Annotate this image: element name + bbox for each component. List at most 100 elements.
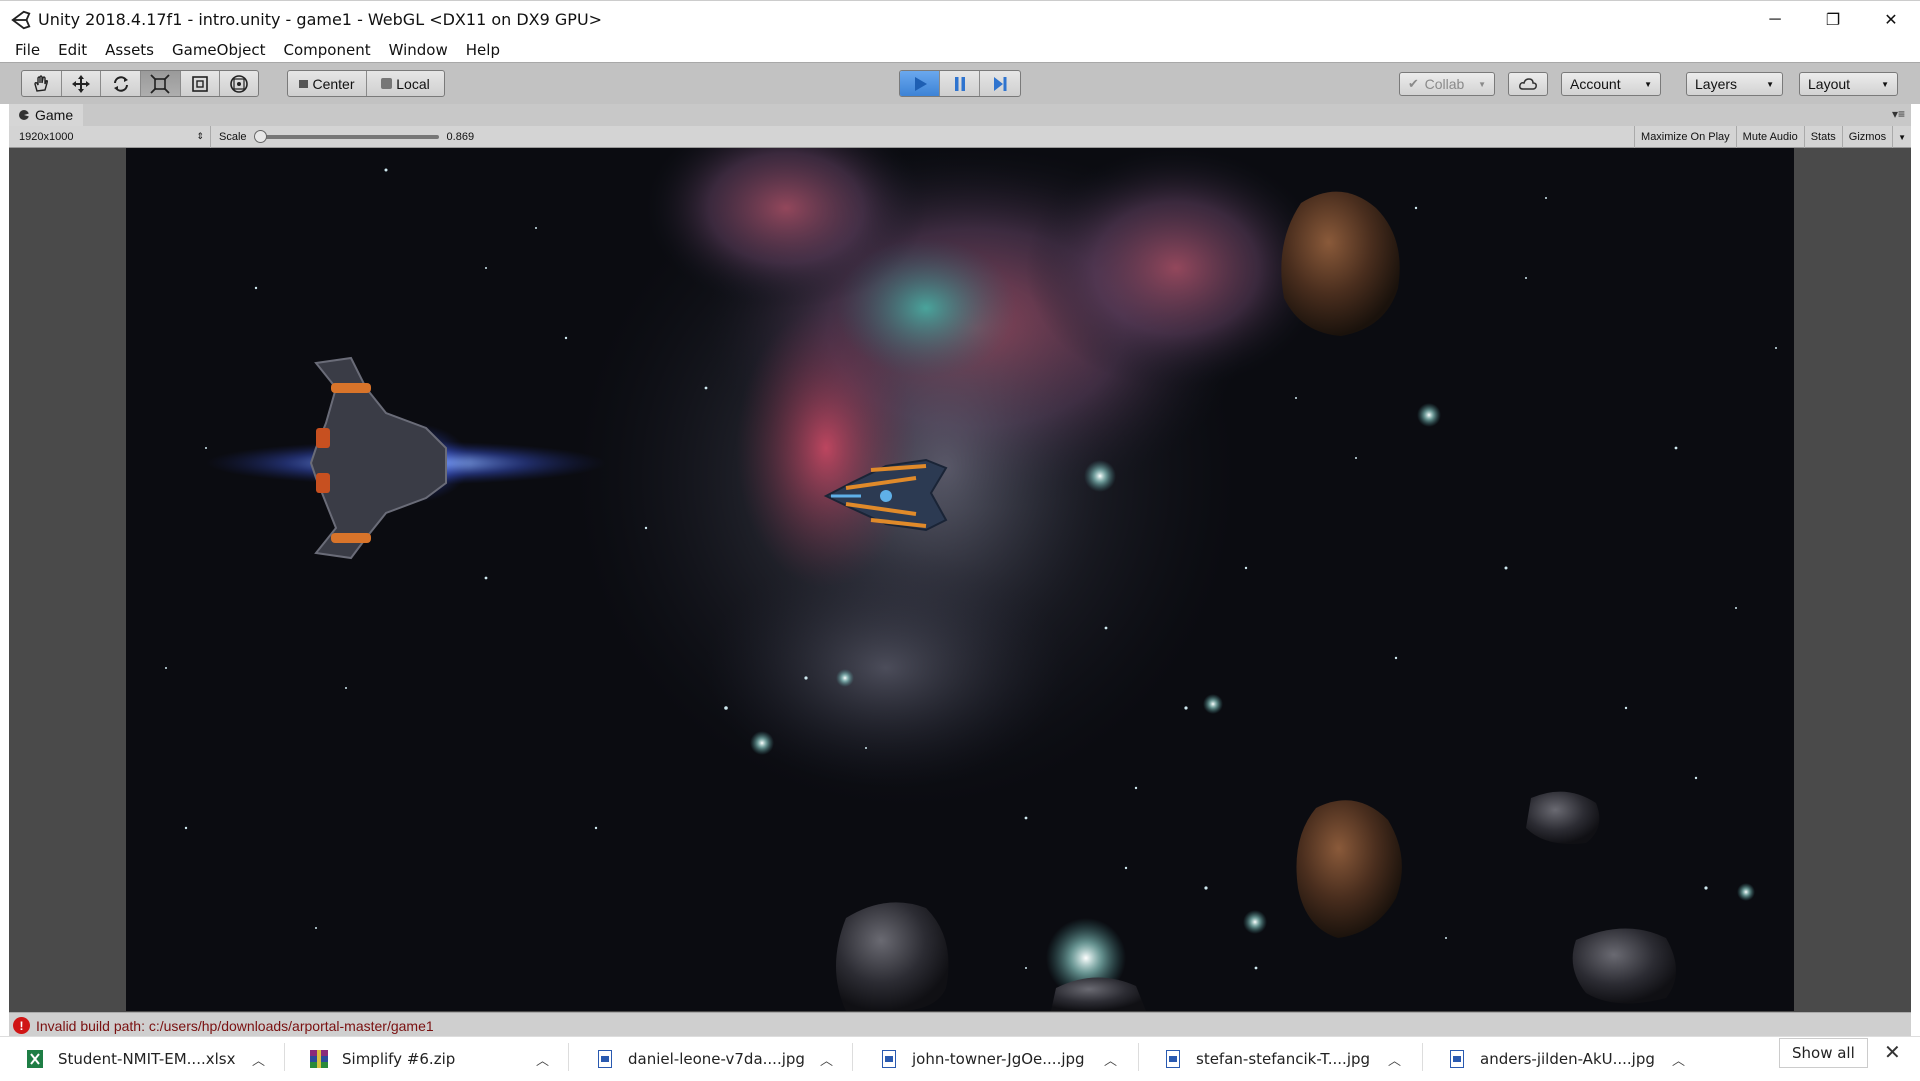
scale-slider[interactable] bbox=[253, 129, 439, 143]
window-controls: ─ ❐ ✕ bbox=[1746, 1, 1920, 39]
chevron-up-icon[interactable]: ︿ bbox=[820, 1050, 833, 1069]
gizmos-arrow-icon[interactable]: ▼ bbox=[1892, 126, 1911, 148]
hand-tool-icon bbox=[34, 74, 49, 92]
move-tool-button[interactable] bbox=[62, 71, 102, 96]
download-file-name: Student-NMIT-EM....xlsx bbox=[58, 1050, 236, 1068]
window-titlebar: Unity 2018.4.17f1 - intro.unity - game1 … bbox=[0, 0, 1920, 38]
download-file-name: anders-jilden-AkU....jpg bbox=[1480, 1050, 1655, 1068]
layers-label: Layers bbox=[1695, 76, 1738, 92]
minimize-button[interactable]: ─ bbox=[1746, 1, 1804, 39]
mute-audio-toggle[interactable]: Mute Audio bbox=[1735, 126, 1804, 148]
rotate-tool-button[interactable] bbox=[101, 71, 142, 96]
game-viewport[interactable] bbox=[126, 148, 1794, 1011]
scale-label: Scale bbox=[219, 130, 247, 143]
download-file-name: Simplify #6.zip bbox=[342, 1050, 456, 1068]
image-file-icon bbox=[1164, 1049, 1182, 1069]
collab-check-icon: ✔ bbox=[1408, 76, 1419, 91]
play-button[interactable] bbox=[900, 71, 940, 96]
chevron-up-icon[interactable]: ︿ bbox=[1104, 1050, 1117, 1069]
download-separator bbox=[284, 1043, 285, 1071]
download-file-name: john-towner-JgOe....jpg bbox=[912, 1050, 1085, 1068]
scale-value: 0.869 bbox=[446, 130, 475, 143]
error-icon: ! bbox=[13, 1017, 30, 1034]
menu-gameobject[interactable]: GameObject bbox=[163, 41, 275, 59]
scale-tool-icon bbox=[150, 73, 170, 94]
download-item[interactable]: Student-NMIT-EM....xlsx ︿ bbox=[26, 1037, 274, 1081]
chevron-up-icon[interactable]: ︿ bbox=[1388, 1050, 1401, 1069]
stats-toggle[interactable]: Stats bbox=[1803, 126, 1842, 148]
download-item[interactable]: john-towner-JgOe....jpg ︿ bbox=[880, 1037, 1128, 1081]
download-file-name: stefan-stefancik-T....jpg bbox=[1196, 1050, 1371, 1068]
pause-button[interactable] bbox=[940, 71, 980, 96]
zip-file-icon bbox=[310, 1049, 328, 1069]
menu-help[interactable]: Help bbox=[457, 41, 509, 59]
chevron-up-icon[interactable]: ︿ bbox=[252, 1050, 265, 1069]
rect-tool-icon bbox=[192, 75, 208, 92]
cloud-button[interactable] bbox=[1508, 72, 1548, 96]
menu-component[interactable]: Component bbox=[275, 41, 380, 59]
rect-tool-button[interactable] bbox=[181, 71, 221, 96]
game-toggle-buttons: Maximize On Play Mute Audio Stats Gizmos… bbox=[1634, 126, 1911, 148]
hand-tool-button[interactable] bbox=[22, 71, 62, 96]
pause-icon bbox=[954, 76, 965, 91]
game-tab[interactable]: Game bbox=[9, 104, 84, 126]
download-separator bbox=[1422, 1043, 1423, 1071]
download-item[interactable]: stefan-stefancik-T....jpg ︿ bbox=[1164, 1037, 1412, 1081]
download-item[interactable]: Simplify #6.zip ︿ bbox=[310, 1037, 558, 1081]
chevron-up-icon[interactable]: ︿ bbox=[536, 1050, 549, 1069]
layers-arrow-icon: ▼ bbox=[1766, 79, 1774, 89]
download-file-name: daniel-leone-v7da....jpg bbox=[628, 1050, 805, 1068]
close-window-button[interactable]: ✕ bbox=[1862, 1, 1920, 39]
download-item[interactable]: anders-jilden-AkU....jpg ︿ bbox=[1448, 1037, 1696, 1081]
game-panel: Game ▾≡ 1920x1000 ⇕ Scale 0.869 Maximize… bbox=[9, 104, 1911, 1040]
account-label: Account bbox=[1570, 76, 1621, 92]
main-toolbar: Center Local ✔ Collab ▼ Account ▼ Layers… bbox=[0, 62, 1920, 104]
collab-dropdown[interactable]: ✔ Collab ▼ bbox=[1399, 72, 1495, 96]
account-dropdown[interactable]: Account ▼ bbox=[1561, 72, 1661, 96]
resolution-dropdown[interactable]: 1920x1000 ⇕ bbox=[9, 125, 211, 148]
rotate-tool-icon bbox=[113, 75, 128, 92]
layout-arrow-icon: ▼ bbox=[1881, 79, 1889, 89]
collab-label: Collab bbox=[1424, 76, 1465, 92]
chevron-up-icon[interactable]: ︿ bbox=[1672, 1050, 1685, 1069]
pivot-center-button[interactable]: Center bbox=[288, 71, 367, 96]
download-separator bbox=[568, 1043, 569, 1071]
account-arrow-icon: ▼ bbox=[1644, 79, 1652, 89]
show-all-downloads-button[interactable]: Show all bbox=[1779, 1038, 1868, 1068]
close-downloads-bar-button[interactable]: ✕ bbox=[1884, 1040, 1901, 1065]
local-cube-icon bbox=[381, 78, 393, 89]
layout-dropdown[interactable]: Layout ▼ bbox=[1799, 72, 1898, 96]
menu-edit[interactable]: Edit bbox=[49, 41, 96, 59]
download-separator bbox=[852, 1043, 853, 1071]
collab-arrow-icon: ▼ bbox=[1478, 79, 1486, 89]
game-pacman-icon bbox=[19, 110, 29, 120]
maximize-on-play-toggle[interactable]: Maximize On Play bbox=[1634, 126, 1736, 148]
menu-window[interactable]: Window bbox=[380, 41, 457, 59]
menu-bar: File Edit Assets GameObject Component Wi… bbox=[0, 38, 1920, 62]
menu-file[interactable]: File bbox=[6, 41, 49, 59]
download-item[interactable]: daniel-leone-v7da....jpg ︿ bbox=[596, 1037, 844, 1081]
game-scene bbox=[126, 148, 1794, 1011]
cloud-icon bbox=[1519, 78, 1537, 90]
window-title: Unity 2018.4.17f1 - intro.unity - game1 … bbox=[38, 10, 603, 29]
menu-assets[interactable]: Assets bbox=[96, 41, 163, 59]
pivot-local-label: Local bbox=[396, 75, 430, 92]
gizmos-dropdown[interactable]: Gizmos bbox=[1841, 126, 1892, 148]
layers-dropdown[interactable]: Layers ▼ bbox=[1686, 72, 1783, 96]
transform-tools bbox=[21, 70, 259, 97]
transform-tool-button[interactable] bbox=[220, 71, 258, 96]
download-separator bbox=[1138, 1043, 1139, 1071]
excel-file-icon bbox=[26, 1049, 44, 1069]
step-button[interactable] bbox=[980, 71, 1020, 96]
center-icon bbox=[299, 79, 309, 88]
panel-menu-icon[interactable]: ▾≡ bbox=[1892, 107, 1905, 121]
pivot-local-button[interactable]: Local bbox=[367, 71, 444, 96]
status-bar[interactable]: ! Invalid build path: c:/users/hp/downlo… bbox=[9, 1012, 1911, 1038]
unity-logo-icon bbox=[11, 10, 31, 29]
transform-tool-icon bbox=[230, 74, 248, 93]
scale-slider-knob[interactable] bbox=[253, 129, 267, 143]
step-icon bbox=[994, 76, 1007, 91]
image-file-icon bbox=[880, 1049, 898, 1069]
restore-button[interactable]: ❐ bbox=[1804, 1, 1862, 39]
scale-tool-button[interactable] bbox=[141, 71, 181, 96]
